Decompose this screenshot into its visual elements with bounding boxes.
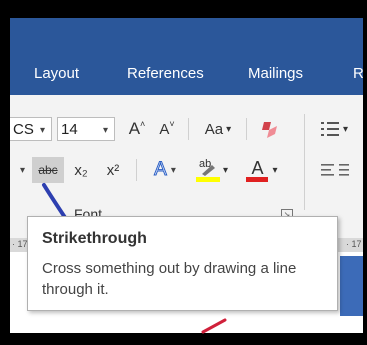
tooltip-title: Strikethrough [42, 230, 147, 247]
screenshot-frame: Layout References Mailings R CS ▾ 14 ▾ A… [0, 0, 367, 345]
tooltip-description: Cross something out by drawing a line th… [42, 260, 297, 298]
strikethrough-tooltip: Strikethrough Cross something out by dra… [27, 216, 338, 311]
